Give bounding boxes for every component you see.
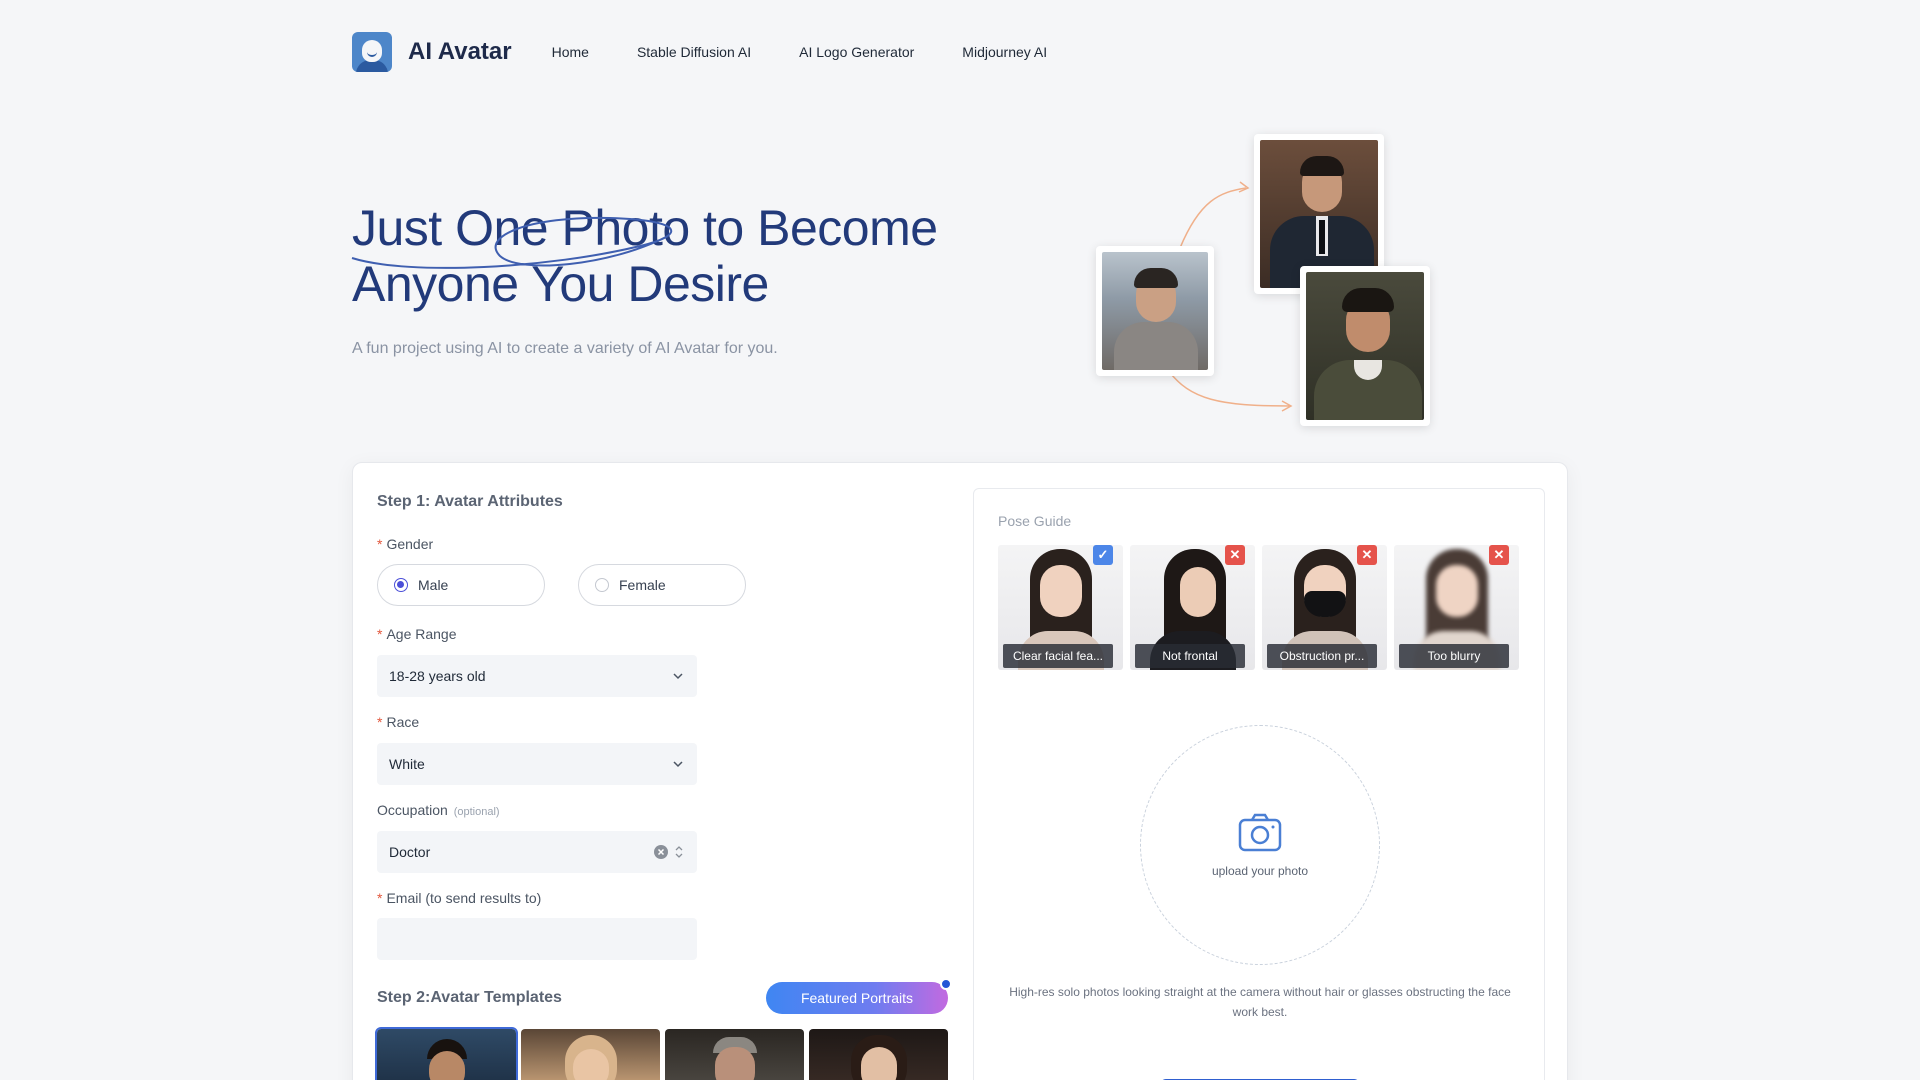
- avatar-template-2[interactable]: [521, 1029, 660, 1080]
- pose-guide-label: Pose Guide: [998, 513, 1072, 529]
- avatar-form-panel: Step 1: Avatar Attributes * Gender Male F…: [352, 462, 1568, 1080]
- pose-caption: Clear facial fea...: [1003, 644, 1113, 668]
- email-label: * Email (to send results to): [377, 890, 542, 906]
- pose-caption: Not frontal: [1135, 644, 1245, 668]
- clear-icon[interactable]: [653, 844, 669, 860]
- avatar-template-4[interactable]: [809, 1029, 948, 1080]
- upload-section: Pose Guide ✓ Clear facial fea... ✕ Not f…: [973, 488, 1545, 1080]
- notification-dot: [940, 978, 952, 990]
- featured-portraits-button[interactable]: Featured Portraits: [766, 982, 948, 1014]
- nav-link-stable-diffusion[interactable]: Stable Diffusion AI: [637, 44, 751, 60]
- hero-title: Just One Photo to Become Anyone You Desi…: [352, 200, 992, 312]
- pose-caption: Obstruction pr...: [1267, 644, 1377, 668]
- camera-icon: [1238, 813, 1282, 852]
- upload-label: upload your photo: [1211, 864, 1309, 878]
- race-select[interactable]: White: [377, 743, 697, 785]
- occupation-label: Occupation (optional): [377, 802, 500, 818]
- brand-name[interactable]: AI Avatar: [408, 38, 512, 66]
- step2-title: Step 2:Avatar Templates: [377, 989, 562, 1006]
- radio-checked-icon: [394, 578, 408, 592]
- hero-photo-collage: [1090, 130, 1440, 430]
- nav-link-home[interactable]: Home: [552, 44, 589, 60]
- check-icon: ✓: [1093, 545, 1113, 565]
- avatar-templates-list: [375, 1027, 948, 1080]
- avatar-template-3[interactable]: [665, 1029, 804, 1080]
- step1-title: Step 1: Avatar Attributes: [377, 493, 563, 510]
- radio-unchecked-icon: [595, 578, 609, 592]
- pose-example-good: ✓ Clear facial fea...: [998, 545, 1123, 670]
- chevron-down-icon: [673, 761, 683, 768]
- gender-option-female[interactable]: Female: [578, 564, 746, 606]
- occupation-select[interactable]: Doctor: [377, 831, 697, 873]
- age-range-select[interactable]: 18-28 years old: [377, 655, 697, 697]
- hero-subtitle: A fun project using AI to create a varie…: [352, 340, 778, 357]
- age-range-label: * Age Range: [377, 626, 457, 642]
- chevron-down-icon: [673, 673, 683, 680]
- close-icon: ✕: [1489, 545, 1509, 565]
- nav-link-midjourney[interactable]: Midjourney AI: [962, 44, 1047, 60]
- brand-logo-icon[interactable]: [352, 32, 392, 72]
- close-icon: ✕: [1357, 545, 1377, 565]
- pose-example-not-frontal: ✕ Not frontal: [1130, 545, 1255, 670]
- close-icon: ✕: [1225, 545, 1245, 565]
- hero-title-line2: Anyone You Desire: [352, 256, 769, 312]
- nav-link-logo-generator[interactable]: AI Logo Generator: [799, 44, 914, 60]
- hero-title-line1: Just One Photo to Become: [352, 200, 938, 256]
- result-photo-portrait: [1300, 266, 1430, 426]
- pose-guide-list: ✓ Clear facial fea... ✕ Not frontal ✕ Ob…: [998, 545, 1519, 670]
- source-photo: [1096, 246, 1214, 376]
- upload-hint: High-res solo photos looking straight at…: [1009, 985, 1511, 1019]
- pose-example-obstruction: ✕ Obstruction pr...: [1262, 545, 1387, 670]
- gender-label: * Gender: [377, 536, 434, 552]
- sort-arrows-icon: [675, 846, 683, 858]
- pose-caption: Too blurry: [1399, 644, 1509, 668]
- pose-example-blurry: ✕ Too blurry: [1394, 545, 1519, 670]
- avatar-template-1[interactable]: [375, 1027, 518, 1080]
- gender-option-male[interactable]: Male: [377, 564, 545, 606]
- email-input[interactable]: [377, 918, 697, 960]
- race-label: * Race: [377, 714, 420, 730]
- upload-photo-dropzone[interactable]: upload your photo: [1140, 725, 1380, 965]
- top-nav: AI Avatar Home Stable Diffusion AI AI Lo…: [352, 32, 1095, 72]
